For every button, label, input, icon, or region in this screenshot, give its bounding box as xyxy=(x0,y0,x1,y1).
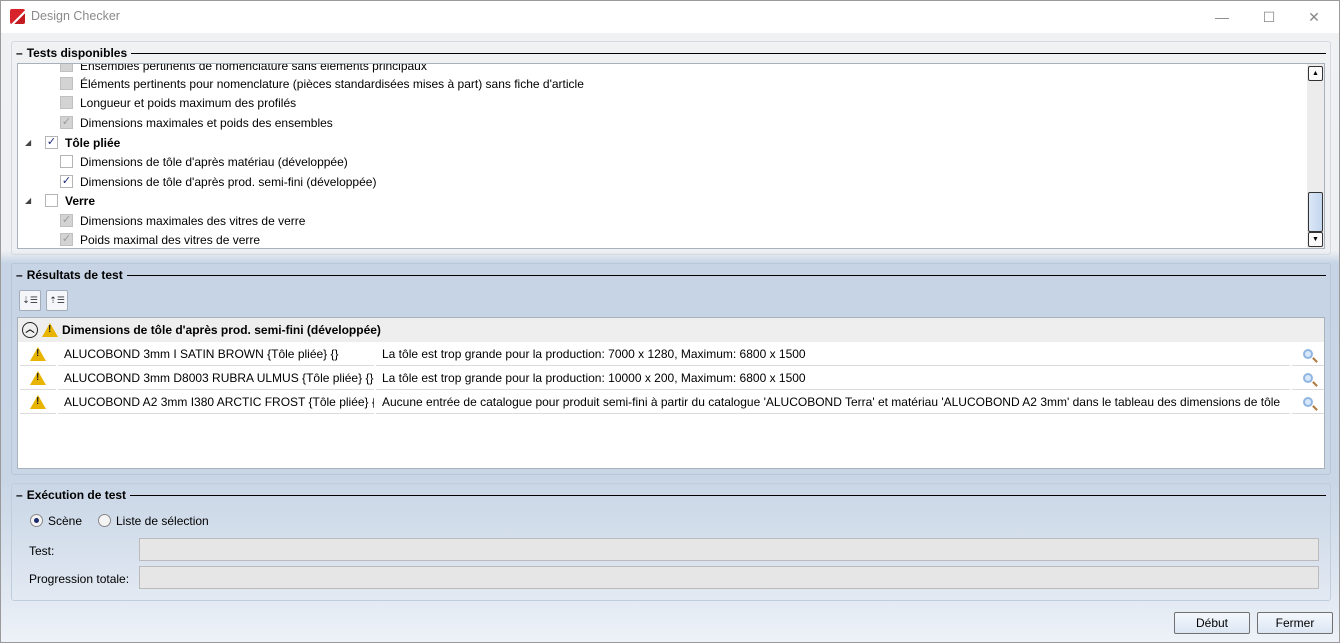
test-group[interactable]: ◢ Verre xyxy=(25,191,96,210)
test-execution-heading: Exécution de test xyxy=(26,488,127,502)
message-cell: La tôle est trop grande pour la producti… xyxy=(376,343,1290,366)
warning-cell xyxy=(20,391,56,414)
minimize-button[interactable]: — xyxy=(1199,5,1245,29)
total-progress-bar xyxy=(139,566,1319,589)
available-tests-heading: Tests disponibles xyxy=(26,46,128,60)
test-label: Test: xyxy=(29,543,55,558)
maximize-button[interactable]: ☐ xyxy=(1246,5,1292,29)
test-item[interactable]: Longueur et poids maximum des profilés xyxy=(60,93,296,112)
checkbox[interactable]: ✓ xyxy=(60,175,73,188)
warning-icon xyxy=(42,323,58,337)
app-icon xyxy=(10,9,25,24)
checkbox[interactable]: ✓ xyxy=(60,214,73,227)
test-group[interactable]: ◢ ✓ Tôle pliée xyxy=(25,133,121,152)
radio-scene-label: Scène xyxy=(48,513,83,528)
warning-cell xyxy=(20,367,56,390)
radio-unselected-icon[interactable] xyxy=(98,514,111,527)
result-row[interactable]: ALUCOBOND A2 3mm I380 ARCTIC FROST {Tôle… xyxy=(18,391,1324,415)
scroll-thumb[interactable] xyxy=(1308,192,1323,232)
result-group-row[interactable]: ︿ Dimensions de tôle d'après prod. semi-… xyxy=(18,318,1324,342)
test-label: Dimensions de tôle d'après matériau (dév… xyxy=(80,154,348,169)
checkbox[interactable] xyxy=(60,77,73,90)
test-label: Longueur et poids maximum des profilés xyxy=(80,95,297,110)
element-cell: ALUCOBOND 3mm D8003 RUBRA ULMUS {Tôle pl… xyxy=(58,367,374,390)
test-item[interactable]: ✓ Dimensions maximales et poids des ensem… xyxy=(60,113,333,132)
magnifier-icon[interactable] xyxy=(1303,373,1313,383)
start-button[interactable]: Début xyxy=(1174,612,1250,634)
magnifier-icon[interactable] xyxy=(1303,349,1313,359)
tests-scrollbar[interactable]: ▲ ▼ xyxy=(1307,64,1324,248)
test-results-heading: Résultats de test xyxy=(26,268,123,282)
element-cell: ALUCOBOND A2 3mm I380 ARCTIC FROST {Tôle… xyxy=(58,391,374,414)
test-item[interactable]: Dimensions de tôle d'après matériau (dév… xyxy=(60,152,348,171)
scroll-up-button[interactable]: ▲ xyxy=(1308,66,1323,81)
zoom-to-element-button[interactable] xyxy=(1292,391,1324,414)
test-execution-header[interactable]: – Exécution de test xyxy=(14,488,1326,502)
window-title: Design Checker xyxy=(31,9,120,23)
available-tests-panel: – Tests disponibles ▲ ▼ Ensembles pertine… xyxy=(11,41,1331,255)
test-label: Tôle pliée xyxy=(65,135,121,150)
test-label: Dimensions maximales des vitres de verre xyxy=(80,213,306,228)
test-label: Ensembles pertinents de nomenclature san… xyxy=(80,63,427,73)
checkbox[interactable]: ✓ xyxy=(45,136,58,149)
close-window-button[interactable]: ✕ xyxy=(1291,5,1337,29)
radio-selection-label: Liste de sélection xyxy=(116,513,209,528)
results-table: ︿ Dimensions de tôle d'après prod. semi-… xyxy=(17,317,1325,469)
test-execution-panel: – Exécution de test Scène Liste de sélect… xyxy=(11,483,1331,601)
message-cell: La tôle est trop grande pour la producti… xyxy=(376,367,1290,390)
test-item[interactable]: ✓ Dimensions de tôle d'après prod. semi-f… xyxy=(60,172,376,191)
radio-selection-list[interactable]: Liste de sélection xyxy=(98,511,209,530)
close-button[interactable]: Fermer xyxy=(1257,612,1333,634)
expand-triangle-icon[interactable]: ◢ xyxy=(25,196,31,205)
zoom-to-element-button[interactable] xyxy=(1292,367,1324,390)
scroll-down-button[interactable]: ▼ xyxy=(1308,232,1323,247)
test-item[interactable]: ✓ Dimensions maximales des vitres de verr… xyxy=(60,211,305,230)
collapse-chevron-icon[interactable]: ︿ xyxy=(22,322,38,338)
result-group-title: Dimensions de tôle d'après prod. semi-fi… xyxy=(62,323,381,337)
design-checker-window: Design Checker — ☐ ✕ – Tests disponibles … xyxy=(0,0,1340,643)
checkbox[interactable] xyxy=(45,194,58,207)
title-bar: Design Checker — ☐ ✕ xyxy=(1,1,1339,33)
tests-tree[interactable]: ▲ ▼ Ensembles pertinents de nomenclature… xyxy=(17,63,1325,249)
test-results-header[interactable]: – Résultats de test xyxy=(14,268,1326,282)
test-item[interactable]: ✓ Poids maximal des vitres de verre xyxy=(60,230,261,248)
progress-label: Progression totale: xyxy=(29,571,130,586)
radio-selected-icon[interactable] xyxy=(30,514,43,527)
test-label: Dimensions maximales et poids des ensemb… xyxy=(80,115,333,130)
result-row[interactable]: ALUCOBOND 3mm I SATIN BROWN {Tôle pliée}… xyxy=(18,343,1324,367)
result-row[interactable]: ALUCOBOND 3mm D8003 RUBRA ULMUS {Tôle pl… xyxy=(18,367,1324,391)
available-tests-header[interactable]: – Tests disponibles xyxy=(14,46,1326,60)
expand-all-button[interactable]: ⇣☰ xyxy=(19,290,41,311)
magnifier-icon[interactable] xyxy=(1303,397,1313,407)
checkbox[interactable] xyxy=(60,155,73,168)
checkbox[interactable] xyxy=(60,64,73,72)
test-label: Verre xyxy=(65,193,96,208)
checkbox[interactable] xyxy=(60,96,73,109)
test-label: Éléments pertinents pour nomenclature (p… xyxy=(80,76,584,91)
warning-icon xyxy=(30,371,46,385)
test-field xyxy=(139,538,1319,561)
message-cell: Aucune entrée de catalogue pour produit … xyxy=(376,391,1290,414)
test-item[interactable]: Éléments pertinents pour nomenclature (p… xyxy=(60,74,584,93)
test-results-panel: –Résultats de test ⇣☰ ⇡☰ ︿ Dimensions de… xyxy=(11,263,1331,475)
test-label: Poids maximal des vitres de verre xyxy=(80,232,261,247)
warning-cell xyxy=(20,343,56,366)
test-label: Dimensions de tôle d'après prod. semi-fi… xyxy=(80,174,377,189)
warning-icon xyxy=(30,395,46,409)
element-cell: ALUCOBOND 3mm I SATIN BROWN {Tôle pliée}… xyxy=(58,343,374,366)
collapse-all-button[interactable]: ⇡☰ xyxy=(46,290,68,311)
zoom-to-element-button[interactable] xyxy=(1292,343,1324,366)
checkbox[interactable]: ✓ xyxy=(60,116,73,129)
checkbox[interactable]: ✓ xyxy=(60,233,73,246)
expand-triangle-icon[interactable]: ◢ xyxy=(25,138,31,147)
radio-scene[interactable]: Scène xyxy=(30,511,82,530)
warning-icon xyxy=(30,347,46,361)
